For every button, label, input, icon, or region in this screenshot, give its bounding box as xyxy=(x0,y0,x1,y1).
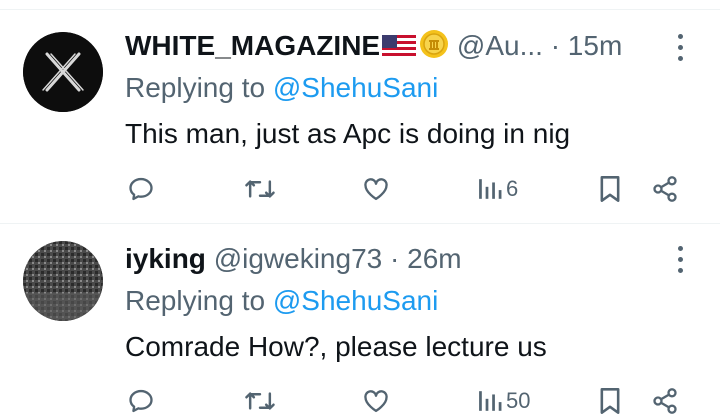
top-divider xyxy=(0,0,720,10)
bookmark-button[interactable] xyxy=(597,381,623,420)
replying-to: Replying to @ShehuSani xyxy=(125,68,438,108)
action-bar: 6 xyxy=(0,169,720,209)
bookmark-button[interactable] xyxy=(597,169,623,209)
share-icon xyxy=(653,388,677,414)
post-time[interactable]: 15m xyxy=(568,30,622,61)
retweet-button[interactable] xyxy=(244,169,276,209)
view-count: 6 xyxy=(506,176,519,201)
separator-dot: · xyxy=(550,30,561,61)
retweet-icon xyxy=(245,392,275,410)
share-button[interactable] xyxy=(651,169,679,209)
reply-button[interactable] xyxy=(127,169,155,209)
post-text: Comrade How?, please lecture us xyxy=(125,331,547,362)
us-flag-icon xyxy=(382,35,417,59)
mention-link[interactable]: @ShehuSani xyxy=(273,72,438,103)
reply-icon xyxy=(129,177,153,201)
avatar[interactable] xyxy=(23,32,103,112)
post-header: WHITE_MAGAZINE @Au... · 15m xyxy=(125,26,720,66)
views-button[interactable]: 6 xyxy=(478,169,518,209)
more-icon[interactable] xyxy=(668,29,692,69)
replying-label: Replying to xyxy=(125,72,266,103)
post-header: iyking @igweking73 · 26m xyxy=(125,239,720,279)
bookmark-icon xyxy=(600,388,620,414)
action-bar: 50 xyxy=(0,381,720,420)
replying-label: Replying to xyxy=(125,285,266,316)
retweet-icon xyxy=(245,180,275,198)
mention-link[interactable]: @ShehuSani xyxy=(273,285,438,316)
reply-button[interactable] xyxy=(127,381,155,420)
post[interactable]: WHITE_MAGAZINE @Au... · 15m Replying to … xyxy=(0,11,720,224)
reply-icon xyxy=(129,389,153,413)
replying-to: Replying to @ShehuSani xyxy=(125,281,438,321)
post-text: This man, just as Apc is doing in nig xyxy=(125,118,571,149)
like-icon xyxy=(364,178,388,201)
author-name[interactable]: WHITE_MAGAZINE xyxy=(125,30,380,61)
author-handle[interactable]: @igweking73 xyxy=(214,243,383,274)
share-icon xyxy=(653,176,677,202)
more-icon[interactable] xyxy=(668,241,692,281)
like-button[interactable] xyxy=(362,381,390,420)
views-icon xyxy=(479,391,502,411)
bookmark-icon xyxy=(600,176,620,202)
views-button[interactable]: 50 xyxy=(478,381,530,420)
post-time[interactable]: 26m xyxy=(407,243,461,274)
post[interactable]: iyking @igweking73 · 26m Replying to @Sh… xyxy=(0,225,720,420)
like-button[interactable] xyxy=(362,169,390,209)
view-count: 50 xyxy=(506,388,531,413)
author-badges xyxy=(380,29,449,70)
share-button[interactable] xyxy=(651,381,679,420)
views-icon xyxy=(479,179,502,199)
author-name[interactable]: iyking xyxy=(125,243,206,274)
retweet-button[interactable] xyxy=(244,381,276,420)
like-icon xyxy=(364,390,388,413)
author-handle[interactable]: @Au... xyxy=(457,30,543,61)
avatar[interactable] xyxy=(23,241,103,321)
separator-dot: · xyxy=(390,243,400,274)
coin-icon xyxy=(420,30,449,58)
